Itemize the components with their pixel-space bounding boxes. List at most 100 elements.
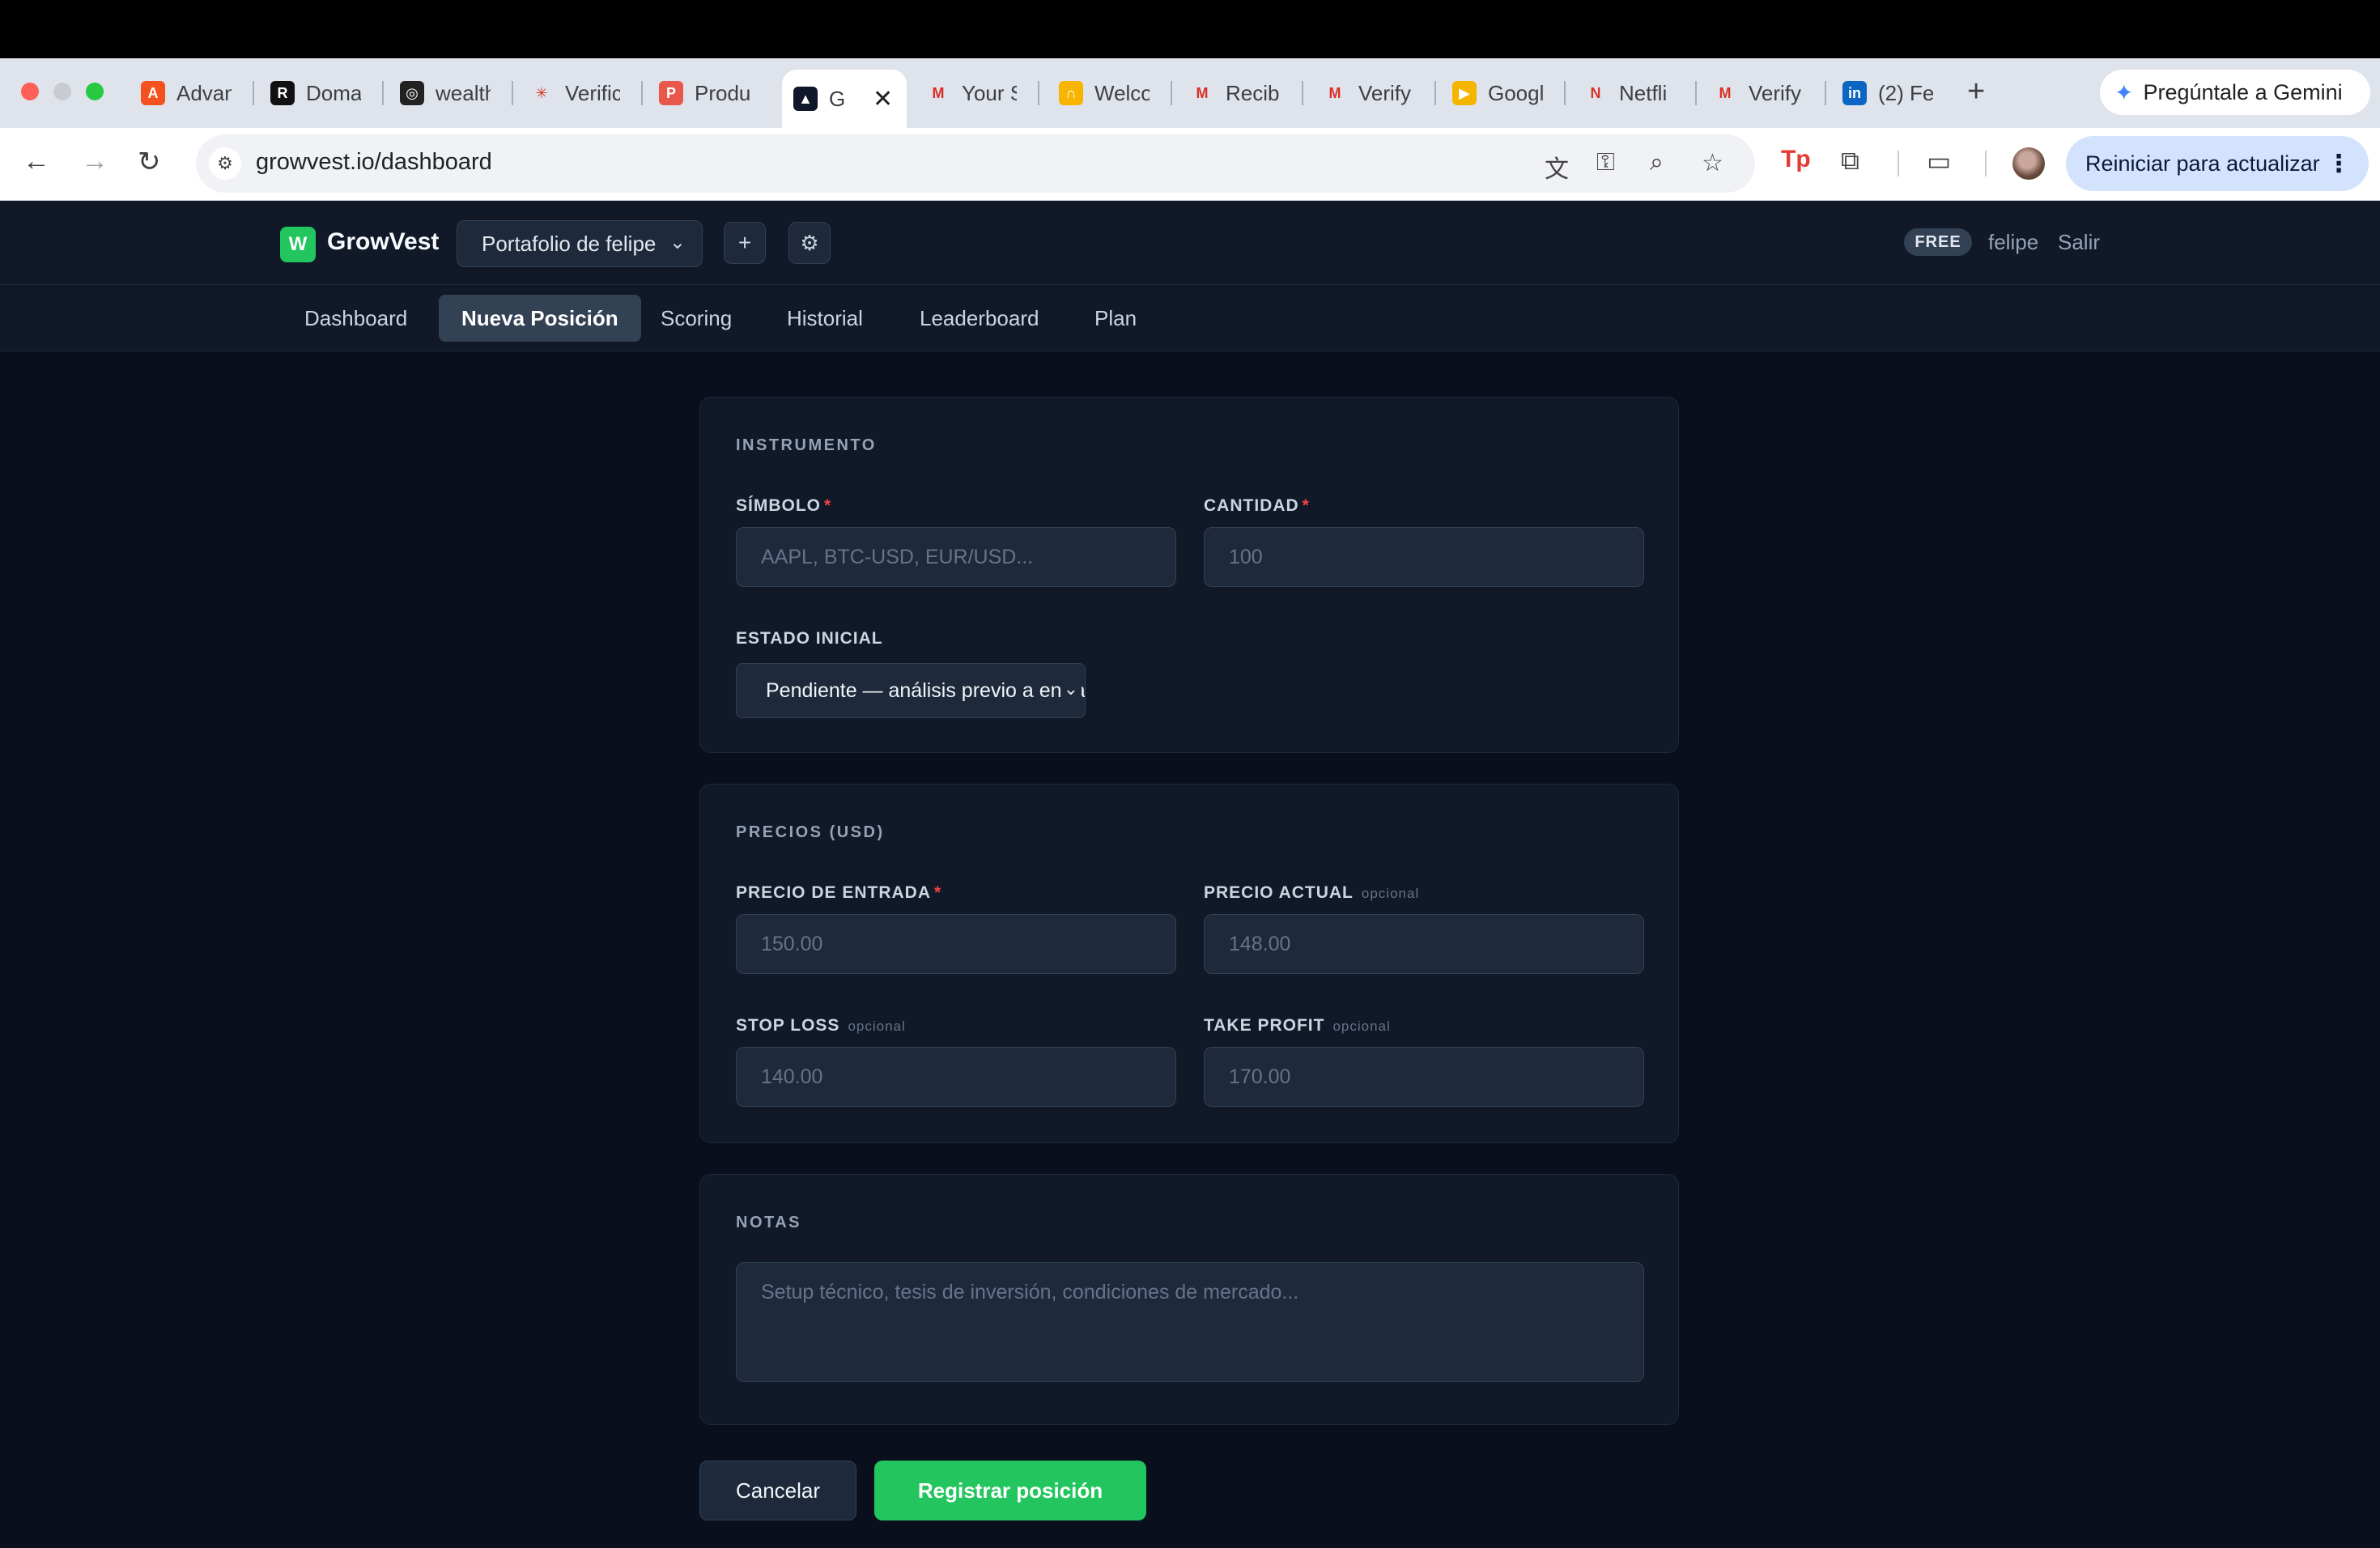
browser-tab[interactable]: M Your S: [915, 70, 1028, 117]
tab-search-icon[interactable]: ▭: [1927, 146, 1951, 176]
symbol-label: SÍMBOLO *: [736, 496, 831, 516]
tab-nueva-posicion[interactable]: Nueva Posición: [439, 295, 641, 342]
portfolio-select-value: Portafolio de felipe: [482, 231, 657, 256]
initial-state-label: ESTADO INICIAL: [736, 629, 883, 648]
chevron-down-icon: ⌄: [669, 232, 686, 253]
initial-state-value: Pendiente — análisis previo a entrada: [766, 678, 1086, 702]
symbol-input[interactable]: [736, 527, 1176, 587]
tab-favicon-icon: A: [141, 81, 165, 105]
tab-title: Advan: [176, 80, 232, 105]
tab-favicon-icon: P: [659, 81, 683, 105]
entry-price-label: PRECIO DE ENTRADA *: [736, 883, 941, 903]
more-menu-icon[interactable]: ⋮: [2327, 150, 2351, 178]
app-name[interactable]: GrowVest: [327, 228, 439, 256]
tab-favicon-icon: ◎: [400, 81, 424, 105]
extensions-puzzle-icon[interactable]: ⧉: [1841, 146, 1859, 176]
extension-tp-icon[interactable]: Tp: [1781, 146, 1811, 173]
tab-title: Produ: [695, 80, 750, 105]
cancel-button[interactable]: Cancelar: [699, 1461, 856, 1520]
tab-close-icon[interactable]: ✕: [873, 85, 893, 113]
logout-link[interactable]: Salir: [2058, 230, 2100, 255]
tab-historial[interactable]: Historial: [764, 295, 886, 342]
optional-hint: opcional: [1332, 1019, 1391, 1034]
tab-divider: [253, 81, 254, 105]
zoom-icon[interactable]: ⌕: [1650, 149, 1664, 176]
tab-plan[interactable]: Plan: [1072, 295, 1159, 342]
settings-gear-icon[interactable]: ⚙: [788, 222, 831, 264]
gemini-icon: ✦: [2114, 79, 2134, 105]
tab-favicon-icon: in: [1842, 81, 1867, 105]
register-position-button[interactable]: Registrar posición: [874, 1461, 1146, 1520]
entry-price-label-text: PRECIO DE ENTRADA: [736, 883, 932, 902]
main-nav: Dashboard Nueva Posición Scoring Histori…: [0, 285, 2380, 351]
tab-favicon-icon: R: [270, 81, 295, 105]
tab-divider: [382, 81, 384, 105]
translate-icon[interactable]: 文: [1545, 149, 1569, 185]
tab-divider: [1302, 81, 1303, 105]
current-price-input[interactable]: [1204, 914, 1644, 974]
browser-tab[interactable]: R Doma: [259, 70, 372, 117]
add-portfolio-button[interactable]: +: [724, 222, 766, 264]
tab-title: Verify: [1358, 80, 1412, 105]
browser-tab[interactable]: M Verify: [1311, 70, 1425, 117]
tab-leaderboard[interactable]: Leaderboard: [897, 295, 1061, 342]
portfolio-select[interactable]: Portafolio de felipe ⌄: [457, 220, 703, 267]
tab-scoring[interactable]: Scoring: [638, 295, 754, 342]
browser-tab[interactable]: M Verify: [1702, 70, 1815, 117]
take-profit-input[interactable]: [1204, 1047, 1644, 1107]
quantity-input[interactable]: [1204, 527, 1644, 587]
tab-favicon-icon: ▲: [793, 87, 818, 111]
notes-section-title: NOTAS: [736, 1214, 802, 1231]
instrument-card: INSTRUMENTO SÍMBOLO* CANTIDAD* ESTADO IN…: [699, 397, 1679, 753]
password-key-icon[interactable]: ⚿: [1596, 149, 1615, 176]
browser-tab[interactable]: A Advan: [130, 70, 243, 117]
browser-tab[interactable]: P Produ: [648, 70, 761, 117]
quantity-label-text: CANTIDAD: [1204, 496, 1299, 515]
prices-card: PRECIOS (USD) PRECIO DE ENTRADA* PRECIO …: [699, 784, 1679, 1143]
back-icon[interactable]: ←: [23, 146, 50, 177]
browser-tab[interactable]: ◎ wealth: [389, 70, 502, 117]
initial-state-select[interactable]: Pendiente — análisis previo a entrada ⌄: [736, 663, 1086, 718]
tab-divider: [1695, 81, 1697, 105]
tab-title: Googl: [1488, 80, 1543, 105]
browser-tab[interactable]: ▲ Gr ✕: [782, 70, 907, 128]
browser-tab[interactable]: in (2) Fe: [1831, 70, 1944, 117]
take-profit-label-text: TAKE PROFIT: [1204, 1016, 1325, 1035]
browser-tab[interactable]: ▶ Googl: [1441, 70, 1554, 117]
tab-divider: [641, 81, 643, 105]
update-button[interactable]: Reiniciar para actualizar ⋮: [2066, 136, 2369, 191]
tab-title: (2) Fe: [1878, 80, 1933, 105]
tab-favicon-icon: ✳: [529, 81, 554, 105]
window-minimize-button[interactable]: [53, 83, 71, 100]
tab-dashboard[interactable]: Dashboard: [282, 295, 430, 342]
browser-tab[interactable]: ✳ Verific: [518, 70, 631, 117]
address-bar[interactable]: ⚙ growvest.io/dashboard 文 ⚿ ⌕ ☆: [196, 134, 1755, 193]
tab-divider: [1825, 81, 1826, 105]
tab-favicon-icon: ▶: [1452, 81, 1477, 105]
gemini-label: Pregúntale a Gemini: [2143, 79, 2343, 104]
reload-icon[interactable]: ↻: [138, 146, 161, 178]
forward-icon[interactable]: →: [81, 146, 108, 177]
profile-avatar[interactable]: [2012, 147, 2045, 180]
tab-title: Verific: [565, 80, 620, 105]
tab-favicon-icon: ∩: [1059, 81, 1083, 105]
site-info-icon[interactable]: ⚙: [209, 147, 241, 180]
new-tab-button[interactable]: +: [1967, 74, 1985, 109]
app-logo-icon[interactable]: W: [280, 227, 316, 262]
browser-tab[interactable]: N Netfli: [1572, 70, 1685, 117]
browser-tab[interactable]: M Recibi: [1179, 70, 1292, 117]
gemini-button[interactable]: ✦ Pregúntale a Gemini: [2100, 70, 2370, 115]
entry-price-input[interactable]: [736, 914, 1176, 974]
stop-loss-input[interactable]: [736, 1047, 1176, 1107]
tab-favicon-icon: M: [1713, 81, 1737, 105]
url-text[interactable]: growvest.io/dashboard: [256, 149, 492, 176]
bookmark-star-icon[interactable]: ☆: [1702, 149, 1723, 177]
chevron-down-icon: ⌄: [1060, 678, 1082, 700]
app-header: W GrowVest Portafolio de felipe ⌄ + ⚙ FR…: [0, 201, 2380, 285]
user-name: felipe: [1988, 230, 2039, 254]
notes-textarea[interactable]: [736, 1262, 1644, 1382]
window-maximize-button[interactable]: [86, 83, 104, 100]
browser-tab[interactable]: ∩ Welco: [1048, 70, 1161, 117]
window-close-button[interactable]: [21, 83, 39, 100]
tab-divider: [1434, 81, 1436, 105]
